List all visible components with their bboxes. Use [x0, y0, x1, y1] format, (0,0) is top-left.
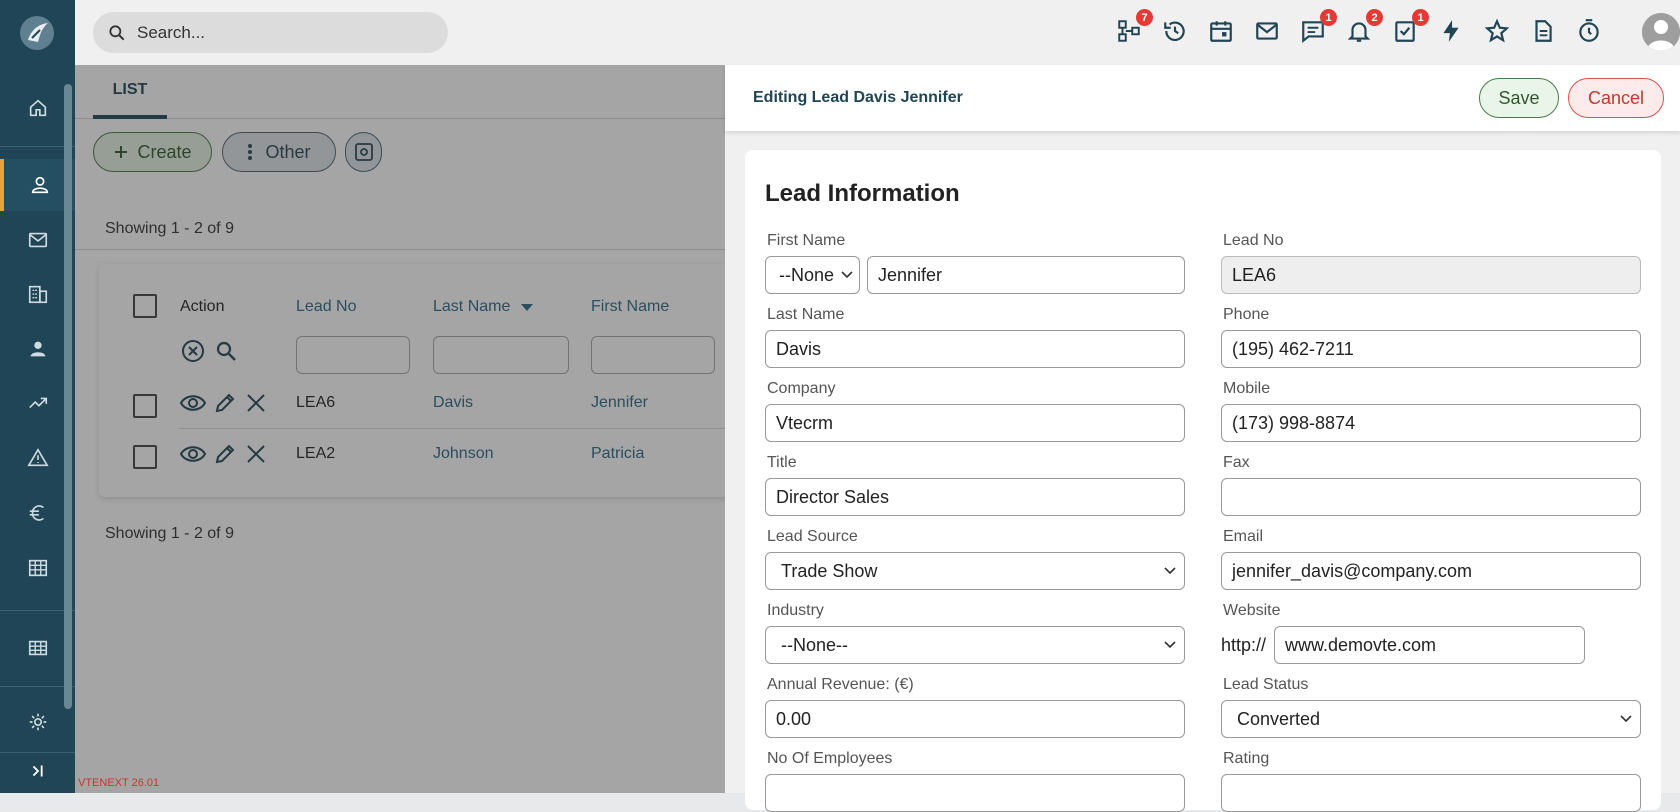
- email-field[interactable]: jennifer_davis@company.com: [1221, 552, 1641, 590]
- section-title: Lead Information: [765, 180, 960, 207]
- website-prefix: http://: [1221, 635, 1267, 655]
- lead-no-label: Lead No: [1223, 232, 1284, 249]
- chevron-down-icon: [1620, 715, 1632, 723]
- search-icon: [109, 24, 125, 40]
- warning-icon: [26, 448, 49, 467]
- website-field[interactable]: www.demovte.com: [1274, 626, 1585, 664]
- mobile-field[interactable]: (173) 998-8874: [1221, 404, 1641, 442]
- phone-label: Phone: [1223, 306, 1270, 323]
- search-input[interactable]: [137, 22, 427, 43]
- panel-header: Editing Lead Davis Jennifer Save Cancel: [725, 65, 1680, 131]
- first-name-field[interactable]: Jennifer: [867, 256, 1185, 294]
- tasks-button[interactable]: 1: [1392, 9, 1429, 46]
- sidebar: [0, 0, 75, 793]
- global-search[interactable]: [93, 12, 448, 53]
- notifications-button[interactable]: 2: [1346, 9, 1383, 46]
- lead-status-select[interactable]: Converted: [1221, 700, 1641, 738]
- quick-actions-button[interactable]: [1438, 18, 1466, 46]
- fax-field[interactable]: [1221, 478, 1641, 516]
- gear-icon: [29, 713, 46, 731]
- processes-badge: 7: [1136, 9, 1153, 26]
- euro-icon: [29, 505, 44, 521]
- lead-status-label: Lead Status: [1223, 676, 1309, 693]
- panel-title: Editing Lead Davis Jennifer: [753, 89, 963, 106]
- favorites-button[interactable]: [1484, 18, 1512, 46]
- processes-button[interactable]: 7: [1116, 9, 1153, 46]
- app-logo-icon[interactable]: [18, 14, 56, 52]
- building-icon: [28, 285, 47, 304]
- rating-select[interactable]: [1221, 774, 1641, 812]
- contact-icon: [30, 341, 45, 357]
- industry-label: Industry: [767, 602, 824, 619]
- lead-source-value: Trade Show: [781, 560, 878, 581]
- fax-label: Fax: [1223, 454, 1250, 471]
- documents-button[interactable]: [1530, 18, 1558, 46]
- industry-select[interactable]: --None--: [765, 626, 1185, 664]
- industry-value: --None--: [781, 634, 849, 655]
- edit-lead-panel: Editing Lead Davis Jennifer Save Cancel …: [725, 65, 1680, 812]
- user-avatar[interactable]: [1642, 13, 1680, 51]
- last-name-field[interactable]: Davis: [765, 330, 1185, 368]
- email-label: Email: [1223, 528, 1264, 545]
- company-label: Company: [767, 380, 836, 397]
- title-field[interactable]: Director Sales: [765, 478, 1185, 516]
- tasks-badge: 1: [1412, 9, 1429, 26]
- employees-label: No Of Employees: [767, 750, 893, 767]
- history-button[interactable]: [1162, 18, 1190, 46]
- user-avatar-icon: [1642, 13, 1680, 51]
- annual-revenue-field[interactable]: 0.00: [765, 700, 1185, 738]
- modal-backdrop[interactable]: [75, 65, 725, 793]
- first-name-label: First Name: [767, 232, 846, 249]
- mobile-label: Mobile: [1223, 380, 1271, 397]
- last-name-label: Last Name: [767, 306, 845, 323]
- calendar-icon: [1210, 21, 1232, 42]
- phone-field[interactable]: (195) 462-7211: [1221, 330, 1641, 368]
- salutation-value: --None: [779, 264, 835, 285]
- lead-source-label: Lead Source: [767, 528, 858, 545]
- sidebar-scrollbar[interactable]: [64, 84, 72, 709]
- app-version: VTENEXT 26.01: [78, 777, 160, 789]
- person-icon: [31, 176, 48, 194]
- lightning-icon: [1443, 20, 1459, 42]
- mail-icon: [1256, 22, 1278, 40]
- company-field[interactable]: Vtecrm: [765, 404, 1185, 442]
- chat-button[interactable]: 1: [1300, 9, 1337, 46]
- calendar-button[interactable]: [1208, 18, 1236, 46]
- chevron-down-icon: [1164, 567, 1176, 575]
- lead-source-select[interactable]: Trade Show: [765, 552, 1185, 590]
- sidebar-expand-button[interactable]: [0, 748, 75, 793]
- chevron-down-icon: [1164, 641, 1176, 649]
- grid-icon: [28, 640, 47, 656]
- notifications-badge: 2: [1366, 9, 1383, 26]
- lead-information-card: Lead Information First Name --None Jenni…: [745, 150, 1661, 812]
- salutation-select[interactable]: --None: [765, 256, 860, 294]
- chevron-down-icon: [841, 271, 853, 279]
- expand-icon: [32, 765, 43, 776]
- document-icon: [1535, 20, 1552, 42]
- home-icon: [29, 99, 46, 117]
- mail-button[interactable]: [1254, 18, 1282, 46]
- trending-up-icon: [28, 397, 47, 409]
- website-label: Website: [1223, 602, 1281, 619]
- chat-badge: 1: [1320, 9, 1337, 26]
- lead-status-value: Converted: [1237, 708, 1321, 729]
- star-icon: [1484, 18, 1510, 43]
- timer-button[interactable]: [1576, 18, 1604, 46]
- employees-field[interactable]: [765, 774, 1185, 812]
- annual-revenue-label: Annual Revenue: (€): [767, 676, 914, 693]
- cancel-button[interactable]: Cancel: [1568, 78, 1664, 118]
- rating-label: Rating: [1223, 750, 1270, 767]
- mail-icon: [28, 232, 47, 248]
- history-icon: [1164, 21, 1185, 42]
- save-button[interactable]: Save: [1479, 78, 1559, 118]
- table-icon: [28, 559, 47, 577]
- lead-no-field: LEA6: [1221, 256, 1641, 294]
- title-label: Title: [767, 454, 797, 471]
- stopwatch-icon: [1579, 19, 1599, 42]
